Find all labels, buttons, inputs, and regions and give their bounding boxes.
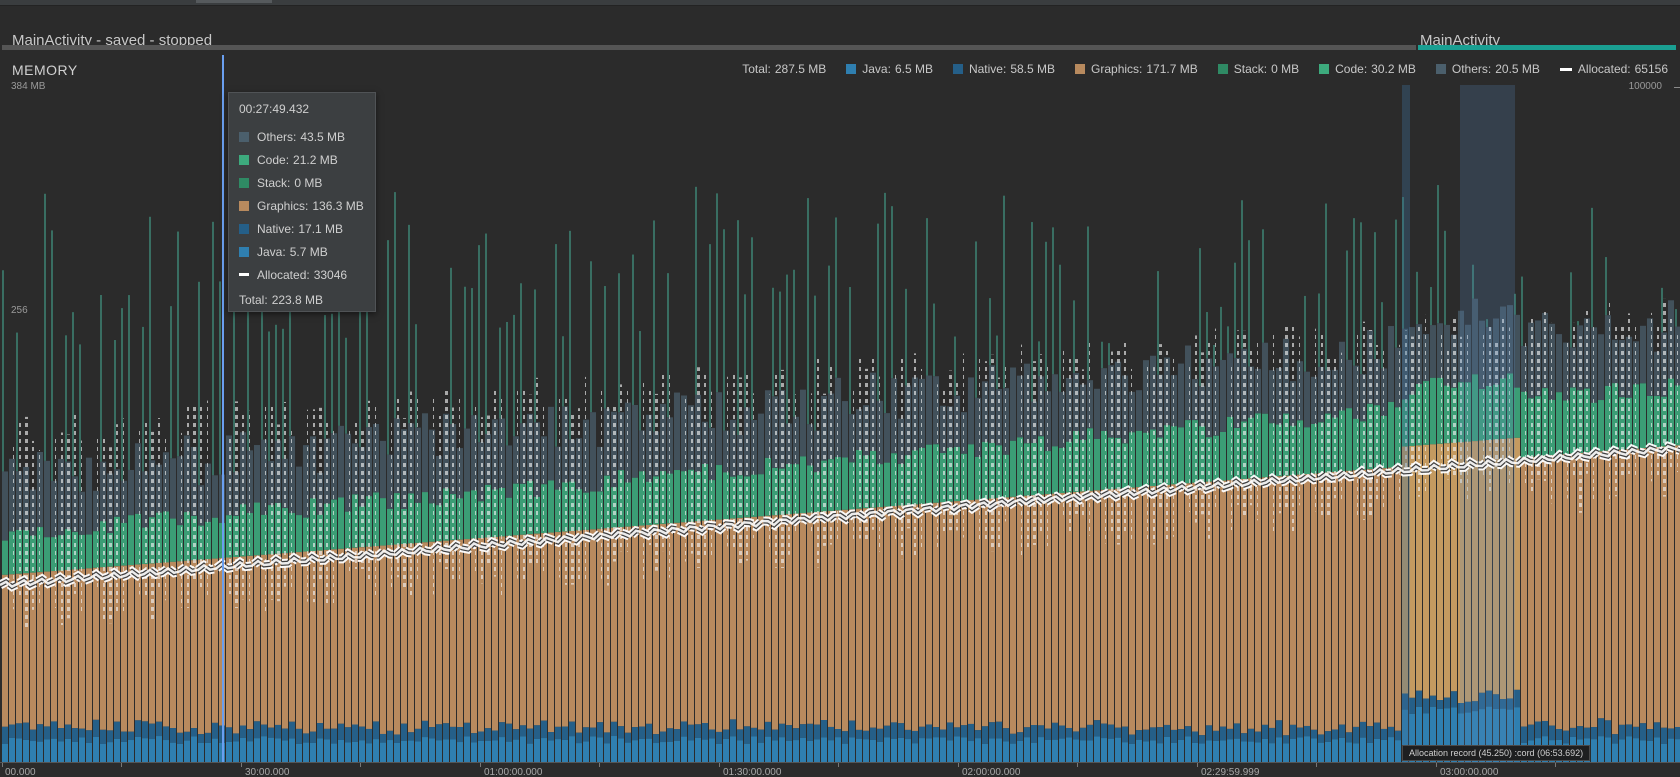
code-swatch-icon bbox=[1319, 64, 1330, 74]
activity-bar-stopped[interactable] bbox=[2, 45, 1416, 50]
axis-left-mid: 256 bbox=[11, 305, 28, 316]
tooltip-time: 00:27:49.432 bbox=[239, 102, 310, 116]
others-swatch-icon bbox=[1435, 64, 1446, 74]
axis-left-max: 384 MB bbox=[11, 81, 46, 92]
x-label-4: 02:00:00.000 bbox=[962, 767, 1021, 777]
x-label-1: 30:00.000 bbox=[245, 767, 290, 777]
graphics-swatch-icon bbox=[1075, 64, 1086, 74]
stack-swatch-icon bbox=[1217, 64, 1228, 74]
code-swatch-icon bbox=[239, 154, 249, 165]
graphics-swatch-icon bbox=[239, 200, 249, 211]
time-axis: 00.000 30:00.000 01:00:00.000 01:30:00.0… bbox=[0, 762, 1680, 777]
others-swatch-icon bbox=[239, 131, 249, 142]
x-label-0: 00.000 bbox=[5, 767, 36, 777]
java-swatch-icon bbox=[846, 64, 857, 74]
legend-others: Others: 20.5 MB bbox=[1435, 62, 1540, 76]
memory-tooltip: 00:27:49.432 Others: 43.5 MB Code: 21.2 … bbox=[228, 92, 376, 312]
monitor-title: MEMORY bbox=[12, 62, 78, 78]
legend-stack: Stack: 0 MB bbox=[1217, 62, 1299, 76]
tooltip-row-java: Java: 5.7 MB bbox=[239, 240, 365, 263]
tooltip-row-others: Others: 43.5 MB bbox=[239, 125, 365, 148]
scrollbar-thumb[interactable] bbox=[196, 0, 272, 3]
allocated-dash-icon bbox=[239, 273, 249, 276]
tooltip-row-stack: Stack: 0 MB bbox=[239, 171, 365, 194]
top-scrollbar[interactable] bbox=[0, 0, 1680, 6]
tooltip-row-native: Native: 17.1 MB bbox=[239, 217, 365, 240]
legend-java: Java: 6.5 MB bbox=[846, 62, 933, 76]
legend-allocated: Allocated: 65156 bbox=[1559, 62, 1668, 76]
java-swatch-icon bbox=[239, 246, 249, 257]
allocated-dash-icon bbox=[1559, 67, 1572, 71]
native-swatch-icon bbox=[952, 64, 963, 74]
x-label-2: 01:00:00.000 bbox=[484, 767, 543, 777]
tooltip-row-graphics: Graphics: 136.3 MB bbox=[239, 194, 365, 217]
legend-total: Total: 287.5 MB bbox=[742, 62, 827, 76]
axis-right-max: 100000 bbox=[1628, 81, 1662, 92]
stack-swatch-icon bbox=[239, 177, 249, 188]
memory-legend: Total: 287.5 MB Java: 6.5 MB Native: 58.… bbox=[722, 62, 1668, 76]
tooltip-row-total: Total: 223.8 MB bbox=[239, 292, 324, 307]
allocation-record-tooltip: Allocation record (45.250) :cord (06:53.… bbox=[1402, 745, 1591, 761]
x-label-6: 03:00:00.000 bbox=[1440, 767, 1499, 777]
legend-graphics: Graphics: 171.7 MB bbox=[1075, 62, 1198, 76]
x-label-3: 01:30:00.000 bbox=[723, 767, 782, 777]
tooltip-row-allocated: Allocated: 33046 bbox=[239, 263, 365, 286]
activity-lifecycle-bar: MainActivity - saved - stopped MainActiv… bbox=[0, 24, 1680, 54]
tooltip-row-code: Code: 21.2 MB bbox=[239, 148, 365, 171]
x-label-5: 02:29:59.999 bbox=[1201, 767, 1260, 777]
activity-bar-active[interactable] bbox=[1418, 45, 1676, 50]
axis-right-tick bbox=[1674, 87, 1680, 88]
legend-native: Native: 58.5 MB bbox=[952, 62, 1055, 76]
legend-code: Code: 30.2 MB bbox=[1319, 62, 1416, 76]
native-swatch-icon bbox=[239, 223, 249, 234]
